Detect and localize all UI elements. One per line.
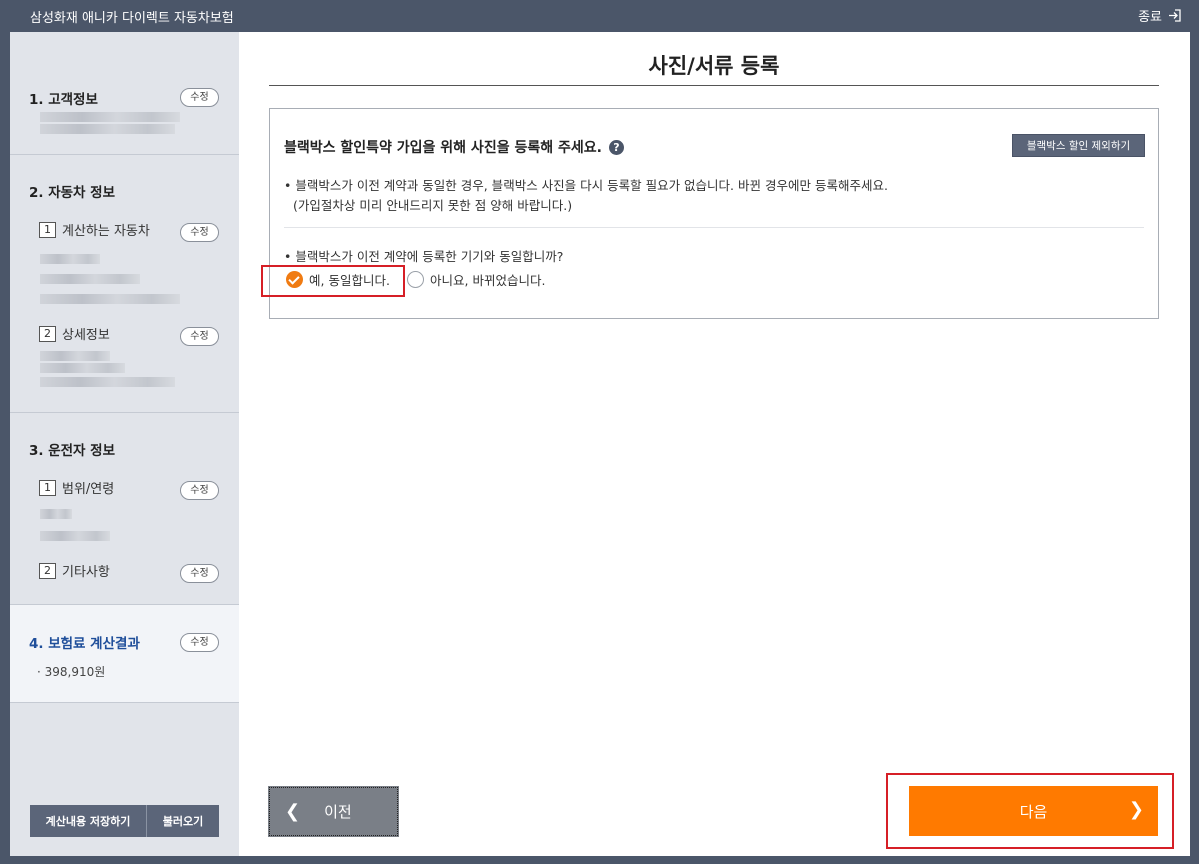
sub-item-scope-age: 1 범위/연령 — [39, 478, 114, 497]
item-label: 기타사항 — [62, 565, 110, 580]
section-title: 4. 보험료 계산결과 — [29, 636, 140, 652]
sub-item-calc-car: 1 계산하는 자동차 — [39, 220, 150, 239]
redacted-info — [40, 377, 175, 387]
section-title: 1. 고객정보 — [29, 92, 98, 108]
app-title: 삼성화재 애니카 다이렉트 자동차보험 — [30, 11, 234, 26]
title-divider — [269, 85, 1159, 86]
sub-item-other: 2 기타사항 — [39, 561, 110, 580]
panel-divider — [284, 227, 1144, 228]
question-text: • 블랙박스가 이전 계약에 등록한 기기와 동일합니까? — [284, 249, 564, 264]
radio-label: 아니요, 바뀌었습니다. — [430, 273, 546, 288]
load-button[interactable]: 불러오기 — [147, 805, 219, 837]
item-number: 1 — [39, 221, 56, 238]
section-title: 2. 자동차 정보 — [29, 185, 116, 201]
progress-sidebar: 1. 고객정보 수정 2. 자동차 정보 1 계산하는 자동차 수정 2 상세정… — [10, 32, 239, 856]
edit-button[interactable]: 수정 — [180, 88, 219, 107]
redacted-info — [40, 124, 175, 134]
exit-button[interactable]: 종료 — [1138, 6, 1181, 25]
redacted-info — [40, 254, 100, 264]
edit-button[interactable]: 수정 — [180, 564, 219, 583]
redacted-info — [40, 351, 110, 361]
redacted-info — [40, 509, 72, 519]
item-label: 상세정보 — [62, 328, 110, 343]
exit-label: 종료 — [1138, 10, 1162, 25]
highlight-box — [886, 773, 1174, 849]
item-label: 계산하는 자동차 — [62, 224, 150, 239]
radio-unchecked-icon[interactable] — [407, 271, 424, 288]
panel-heading-text: 블랙박스 할인특약 가입을 위해 사진을 등록해 주세요. — [284, 140, 602, 156]
item-number: 1 — [39, 479, 56, 496]
page-title: 사진/서류 등록 — [648, 54, 780, 78]
highlight-box — [261, 265, 405, 297]
panel-heading: 블랙박스 할인특약 가입을 위해 사진을 등록해 주세요. ? — [284, 137, 624, 157]
edit-button[interactable]: 수정 — [180, 327, 219, 346]
save-calc-button[interactable]: 계산내용 저장하기 — [30, 805, 147, 837]
sidebar-actions: 계산내용 저장하기 불러오기 — [30, 805, 219, 837]
redacted-info — [40, 294, 180, 304]
section-title: 3. 운전자 정보 — [29, 443, 116, 459]
chevron-left-icon: ❮ — [285, 801, 301, 822]
section-customer-info: 1. 고객정보 수정 — [10, 32, 239, 155]
section-premium-result: 4. 보험료 계산결과 수정 · 398,910원 — [10, 605, 239, 703]
redacted-info — [40, 274, 140, 284]
section-driver-info: 3. 운전자 정보 1 범위/연령 수정 2 기타사항 수정 — [10, 413, 239, 605]
redacted-info — [40, 363, 125, 373]
section-car-info: 2. 자동차 정보 1 계산하는 자동차 수정 2 상세정보 수정 — [10, 155, 239, 413]
radio-no-changed[interactable]: 아니요, 바뀌었습니다. — [407, 270, 545, 289]
main-content: 사진/서류 등록 블랙박스 할인특약 가입을 위해 사진을 등록해 주세요. ?… — [239, 32, 1190, 856]
prev-button[interactable]: ❮ 이전 — [268, 786, 399, 837]
help-icon[interactable]: ? — [608, 139, 624, 155]
prev-label: 이전 — [324, 803, 352, 821]
redacted-info — [40, 112, 180, 122]
title-bar: 삼성화재 애니카 다이렉트 자동차보험 종료 — [0, 0, 1199, 32]
note-line: (가입절차상 미리 안내드리지 못한 점 양해 바랍니다.) — [293, 198, 573, 213]
edit-button[interactable]: 수정 — [180, 481, 219, 500]
exclude-blackbox-discount-button[interactable]: 블랙박스 할인 제외하기 — [1012, 134, 1145, 157]
exit-icon — [1168, 9, 1181, 22]
edit-button[interactable]: 수정 — [180, 633, 219, 652]
item-number: 2 — [39, 562, 56, 579]
note-line: • 블랙박스가 이전 계약과 동일한 경우, 블랙박스 사진을 다시 등록할 필… — [284, 178, 888, 193]
edit-button[interactable]: 수정 — [180, 223, 219, 242]
item-label: 범위/연령 — [62, 482, 115, 497]
redacted-info — [40, 531, 110, 541]
sub-item-detail: 2 상세정보 — [39, 324, 110, 343]
premium-value: · 398,910원 — [37, 665, 106, 679]
item-number: 2 — [39, 325, 56, 342]
